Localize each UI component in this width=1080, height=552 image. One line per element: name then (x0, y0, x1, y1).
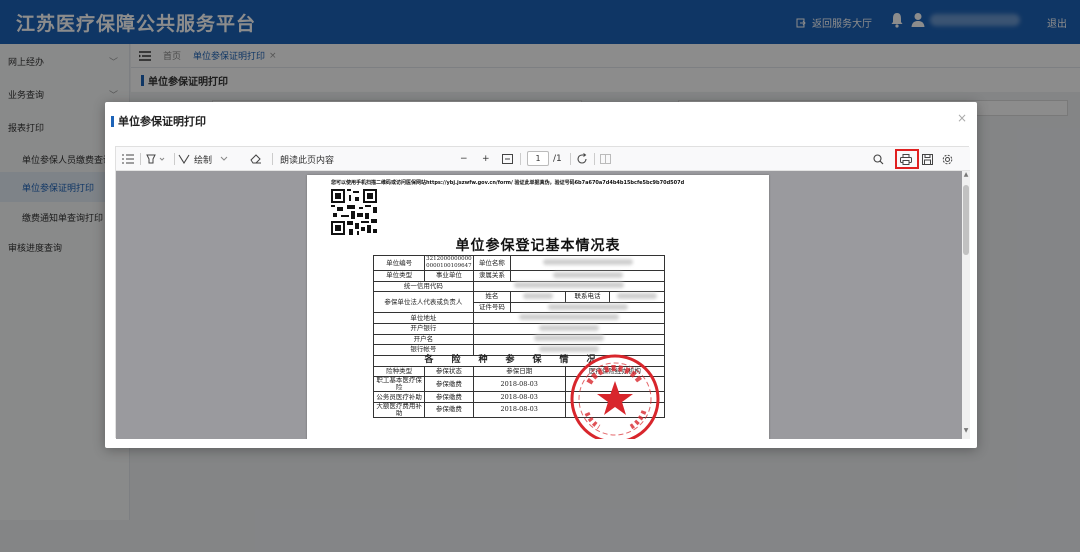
search-icon (873, 153, 884, 164)
fit-page-button[interactable] (502, 152, 513, 166)
certificate-print-modal: 单位参保证明打印 × 绘制 朗读此页内容 − + 1 /1 您可以使用手机扫描二… (105, 102, 977, 448)
rotate-button[interactable] (576, 152, 588, 166)
label-affiliation: 隶属关系 (472, 270, 512, 282)
pdf-toolbar: 绘制 朗读此页内容 − + 1 /1 (116, 147, 970, 171)
highlight-icon (146, 154, 165, 164)
draw-button[interactable]: 绘制 (178, 152, 228, 166)
eraser-button[interactable] (250, 152, 262, 166)
row-date: 2018-08-03 (472, 401, 566, 418)
row-date: 2018-08-03 (472, 391, 566, 403)
scroll-down-icon[interactable]: ▼ (962, 427, 970, 434)
modal-title-text: 单位参保证明打印 (118, 115, 206, 128)
list-icon (122, 154, 134, 164)
value-bank-redacted (472, 322, 666, 335)
save-icon (922, 153, 933, 165)
read-aloud-button[interactable]: 朗读此页内容 (280, 152, 334, 166)
pdf-viewer: 绘制 朗读此页内容 − + 1 /1 您可以使用手机扫描二维码或访问医保网站ht… (115, 146, 970, 439)
row-status: 参保缴费 (424, 401, 474, 418)
label-account-name: 开户名 (373, 333, 474, 346)
label-unit-name: 单位名称 (472, 255, 512, 271)
document-title: 单位参保登记基本情况表 (455, 238, 621, 254)
page-view-icon (600, 154, 611, 164)
row-date: 2018-08-03 (472, 376, 566, 393)
page-total: /1 (553, 154, 562, 164)
print-button-highlight (895, 149, 919, 169)
value-address-redacted (472, 312, 666, 324)
label-phone: 联系电话 (564, 291, 611, 303)
outline-toggle[interactable] (122, 152, 134, 166)
label-name: 姓名 (472, 291, 512, 303)
value-unit-no: 3212000000000 0000100109647 (424, 255, 474, 271)
value-phone-redacted (609, 291, 665, 303)
label-cert-no: 证件号码 (472, 301, 512, 314)
page-number-input[interactable]: 1 (527, 151, 549, 166)
settings-button[interactable] (942, 152, 953, 166)
settings-icon (942, 154, 953, 164)
value-account-name-redacted (472, 333, 666, 346)
value-unit-name-redacted (510, 255, 665, 271)
row-type: 大额医疗费用补助 (372, 401, 426, 418)
value-credit-code-redacted (472, 280, 666, 293)
draw-icon (178, 154, 190, 164)
scrollbar-thumb[interactable] (963, 185, 969, 255)
draw-label: 绘制 (194, 155, 213, 166)
pdf-scrollbar[interactable]: ▲ ▼ (962, 171, 970, 439)
zoom-in-button[interactable]: + (482, 152, 490, 166)
save-button[interactable] (922, 152, 933, 166)
col-date: 参保日期 (472, 365, 566, 378)
value-cert-no-redacted (510, 301, 665, 314)
label-bank: 开户银行 (373, 322, 474, 335)
row-type: 公务员医疗补助 (372, 391, 426, 403)
row-type: 职工基本医疗保险 (372, 376, 426, 393)
col-status: 参保状态 (424, 365, 474, 378)
label-unit-type: 单位类型 (372, 270, 426, 282)
row-status: 参保缴费 (424, 376, 474, 393)
verify-text: 您可以使用手机扫描二维码或访问医保网站https://ybj.jszwfw.go… (331, 180, 685, 186)
fit-page-icon (502, 154, 513, 164)
official-seal (570, 354, 660, 439)
search-button[interactable] (873, 152, 884, 166)
row-status: 参保缴费 (424, 391, 474, 403)
value-unit-type: 事业单位 (424, 270, 474, 282)
rotate-icon (577, 153, 587, 164)
label-unit-no: 单位编号 (372, 255, 426, 271)
document-page: 您可以使用手机扫描二维码或访问医保网站https://ybj.jszwfw.go… (307, 175, 769, 439)
zoom-out-button[interactable]: − (460, 152, 468, 166)
modal-title: 单位参保证明打印 (111, 113, 206, 129)
pdf-canvas[interactable]: 您可以使用手机扫描二维码或访问医保网站https://ybj.jszwfw.go… (116, 171, 962, 439)
page-view-button[interactable] (600, 152, 611, 166)
value-name-redacted (510, 291, 566, 303)
eraser-icon (250, 154, 261, 164)
chevron-down-icon (220, 156, 228, 161)
label-account-no: 银行帐号 (373, 344, 474, 356)
scroll-up-icon[interactable]: ▲ (962, 171, 970, 178)
modal-close-icon[interactable]: × (957, 111, 967, 125)
qr-code (331, 189, 377, 235)
label-credit-code: 统一信用代码 (373, 280, 474, 293)
value-affiliation-redacted (510, 270, 665, 282)
label-legal-rep: 参保单位法人代表或负责人 (373, 291, 474, 314)
highlight-button[interactable] (146, 152, 168, 166)
label-address: 单位地址 (373, 312, 474, 324)
